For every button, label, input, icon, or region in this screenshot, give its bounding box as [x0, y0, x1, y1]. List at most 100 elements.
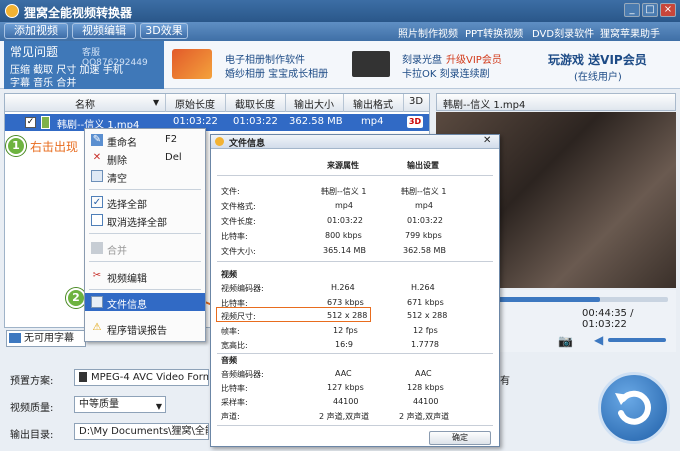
dvd-burn-link[interactable]: DVD刻录软件: [532, 25, 594, 40]
menu-item-error-report[interactable]: ⚠ 程序错误报告: [85, 319, 205, 337]
ppt-video-link[interactable]: PPT转换视频: [465, 25, 523, 40]
faq-title[interactable]: 常见问题: [10, 43, 58, 60]
info-key: 采样率:: [221, 398, 248, 407]
online-users-text: (在线用户): [574, 72, 622, 83]
album-promo-line1[interactable]: 电子相册制作软件: [225, 51, 305, 66]
info-out: H.264: [411, 283, 435, 292]
row-checkbox[interactable]: ✓: [25, 117, 36, 128]
menu-item-clear[interactable]: 清空: [85, 167, 205, 185]
menu-item-delete[interactable]: ✕ 删除 Del: [85, 149, 205, 167]
info-src: H.264: [331, 283, 355, 292]
volume-slider[interactable]: [608, 338, 666, 342]
preset-select[interactable]: MPEG-4 AVC Video Format: [74, 369, 209, 386]
info-out: 12 fps: [413, 326, 438, 335]
right-click-annotation: 右击出现: [30, 140, 79, 154]
step-2-marker: 2: [66, 288, 86, 308]
burn-promo-line2[interactable]: 卡拉OK 刻录连续剧: [402, 65, 490, 80]
menu-item-label: 重命名: [107, 138, 137, 149]
quality-label: 视频质量:: [10, 403, 54, 414]
merge-icon: [91, 242, 103, 254]
warning-icon: ⚠: [92, 322, 102, 333]
info-src: 韩剧--信义 1: [321, 187, 367, 196]
preset-select-value: MPEG-4 AVC Video Format: [91, 372, 208, 383]
effects-3d-button[interactable]: 3D效果: [140, 23, 188, 39]
dialog-divider: [217, 175, 493, 176]
info-key: 音频编码器:: [221, 370, 264, 379]
burn-promo-line1[interactable]: 刻录光盘: [402, 51, 442, 66]
info-out: 01:03:22: [407, 216, 443, 225]
table-row[interactable]: ✓ 韩剧--信义 1.mp4 01:03:22 01:03:22 362.58 …: [5, 114, 429, 131]
info-out: mp4: [415, 201, 433, 210]
play-time: 00:44:35 / 01:03:22: [582, 308, 634, 330]
menu-item-edit-video[interactable]: ✂ 视频编辑: [85, 267, 205, 285]
maximize-icon[interactable]: □: [642, 3, 658, 17]
output-dir-label: 输出目录:: [10, 430, 54, 441]
menu-item-file-info[interactable]: 文件信息: [85, 293, 205, 311]
col-divider: [285, 94, 286, 112]
info-src: mp4: [335, 201, 353, 210]
sort-chevron-icon[interactable]: ▼: [153, 98, 159, 107]
close-icon[interactable]: ×: [660, 3, 676, 17]
row-cut-length: 01:03:22: [233, 116, 278, 127]
menu-item-label: 视频编辑: [107, 274, 147, 285]
scissors-icon: ✂: [92, 270, 102, 281]
menu-item-shortcut: F2: [165, 134, 178, 145]
menu-item-label: 删除: [107, 156, 127, 167]
menu-separator: [89, 289, 201, 290]
info-key: 宽高比:: [221, 341, 248, 350]
vip-upgrade-link[interactable]: 升级VIP会员: [446, 51, 502, 66]
video-file-icon: [41, 116, 50, 129]
col-orig-length[interactable]: 原始长度: [167, 96, 223, 111]
photo-video-link[interactable]: 照片制作视频: [398, 25, 458, 40]
audio-section-title: 音频: [221, 356, 237, 365]
ok-button[interactable]: 确定: [429, 431, 491, 445]
step-1-marker: 1: [6, 136, 26, 156]
menu-item-rename[interactable]: ✎ 重命名 F2: [85, 131, 205, 149]
dialog-divider: [217, 353, 493, 354]
game-vip-link[interactable]: 玩游戏 送VIP会员: [548, 51, 647, 68]
dialog-col-output: 输出设置: [407, 161, 439, 170]
col-cut-length[interactable]: 截取长度: [227, 96, 283, 111]
col-name[interactable]: 名称: [65, 96, 105, 111]
snapshot-icon[interactable]: 📷: [558, 334, 573, 348]
dialog-title: 文件信息: [229, 139, 266, 149]
col-divider: [225, 94, 226, 112]
row-output-size: 362.58 MB: [289, 116, 343, 127]
menu-item-select-all[interactable]: ✓ 选择全部: [85, 193, 205, 211]
video-section-title: 视频: [221, 270, 237, 279]
menu-item-deselect-all[interactable]: 取消选择全部: [85, 211, 205, 229]
col-3d[interactable]: 3D: [405, 96, 427, 107]
context-menu: ✎ 重命名 F2 ✕ 删除 Del 清空 ✓ 选择全部 取消选择全部 合并 ✂ …: [84, 128, 206, 342]
row-3d-badge[interactable]: 3D: [407, 116, 423, 128]
ppt-logo-icon: [172, 49, 212, 79]
col-output-size[interactable]: 输出大小: [287, 96, 341, 111]
menu-item-merge[interactable]: 合并: [85, 239, 205, 257]
album-promo-line2[interactable]: 婚纱相册 宝宝成长相册: [225, 65, 328, 80]
app-logo-icon: [5, 4, 19, 18]
minimize-icon[interactable]: _: [624, 3, 640, 17]
preview-title: 韩剧--信义 1.mp4: [443, 100, 526, 111]
dialog-app-icon: [215, 137, 224, 146]
quality-select[interactable]: 中等质量 ▼: [74, 396, 166, 413]
menu-item-label: 取消选择全部: [107, 218, 167, 229]
faq-links-line2[interactable]: 字幕 音乐 合并: [10, 74, 76, 89]
add-video-button[interactable]: 添加视频: [4, 23, 68, 39]
row-output-format: mp4: [361, 116, 384, 127]
info-out: AAC: [415, 369, 432, 378]
promo-banner: 常见问题 客服QQ876292449 压缩 截取 尺寸 加速 手机 字幕 音乐 …: [0, 41, 680, 89]
dialog-divider: [217, 425, 493, 426]
toolbar: 添加视频 视频编辑 3D效果 照片制作视频 PPT转换视频 DVD刻录软件 狸窝…: [0, 22, 680, 41]
apple-helper-link[interactable]: 狸窝苹果助手: [600, 25, 660, 40]
convert-button[interactable]: [598, 372, 670, 444]
info-src: 800 kbps: [325, 231, 362, 240]
edit-video-button[interactable]: 视频编辑: [72, 23, 136, 39]
dialog-divider: [217, 261, 493, 262]
burn-disc-icon: [352, 51, 390, 77]
subtitle-select[interactable]: 无可用字幕: [6, 330, 86, 347]
output-dir-field[interactable]: D:\My Documents\狸窝\全能视: [74, 423, 209, 440]
volume-icon[interactable]: ◀: [594, 333, 603, 347]
col-output-format[interactable]: 输出格式: [345, 96, 401, 111]
file-info-icon: [91, 296, 103, 308]
info-out: 362.58 MB: [403, 246, 446, 255]
dialog-close-icon[interactable]: ✕: [483, 135, 491, 146]
